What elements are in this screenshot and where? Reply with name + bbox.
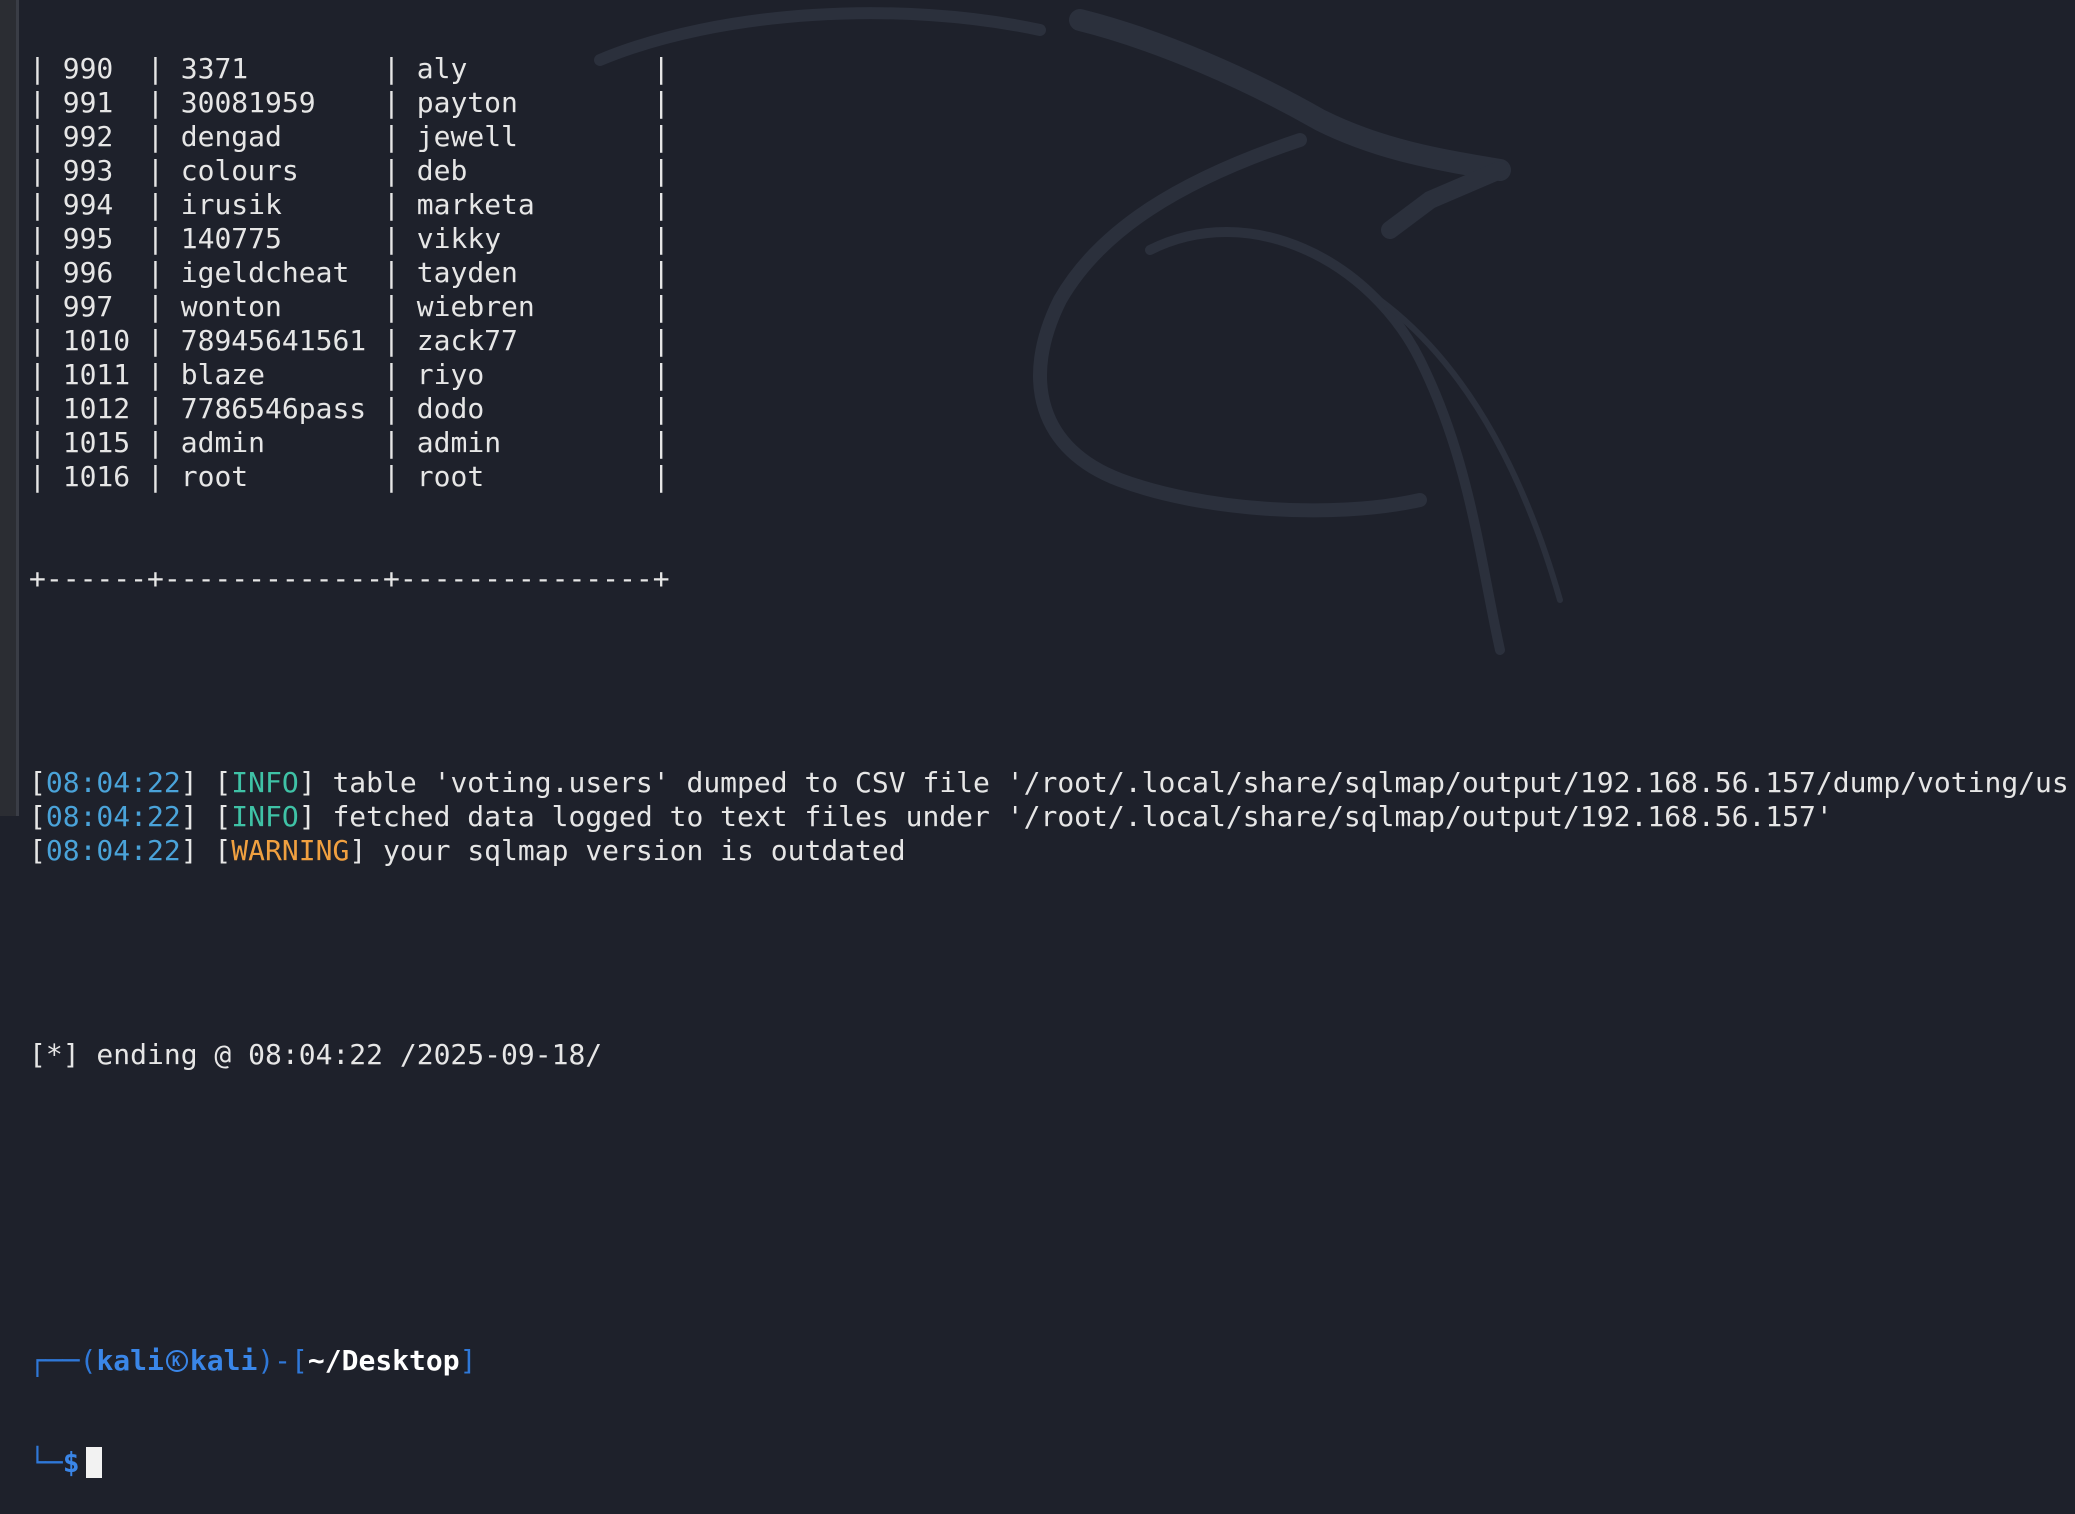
table-row: | 993 | colours | deb | xyxy=(29,154,670,187)
row-username: vikky xyxy=(416,222,502,255)
table-row: | 1012 | 7786546pass | dodo | xyxy=(29,392,670,425)
row-password: 78945641561 xyxy=(180,324,367,357)
row-password: dengad xyxy=(180,120,282,153)
row-password: irusik xyxy=(180,188,282,221)
table-row: | 990 | 3371 | aly | xyxy=(29,52,670,85)
row-id: 1015 xyxy=(62,426,131,459)
row-id: 997 xyxy=(62,290,114,323)
terminal-output[interactable]: | 990 | 3371 | aly | | 991 | 30081959 | p… xyxy=(29,0,2075,1514)
row-id: 996 xyxy=(62,256,114,289)
row-password: 7786546pass xyxy=(180,392,367,425)
results-table: | 990 | 3371 | aly | | 991 | 30081959 | p… xyxy=(29,52,2075,494)
row-username: zack77 xyxy=(416,324,518,357)
table-row: | 991 | 30081959 | payton | xyxy=(29,86,670,119)
row-id: 995 xyxy=(62,222,114,255)
row-password: wonton xyxy=(180,290,282,323)
prompt-corner-top: ┌──( xyxy=(29,1344,97,1377)
log-message: fetched data logged to text files under … xyxy=(315,800,1833,833)
log-message: your sqlmap version is outdated xyxy=(366,834,906,867)
table-row: | 1015 | admin | admin | xyxy=(29,426,670,459)
log-level: INFO xyxy=(231,800,299,833)
log-message: table 'voting.users' dumped to CSV file … xyxy=(315,766,2069,799)
window-left-border xyxy=(0,0,16,816)
row-password: igeldcheat xyxy=(180,256,350,289)
row-username: payton xyxy=(416,86,518,119)
row-username: jewell xyxy=(416,120,518,153)
log-lines: [08:04:22] [INFO] table 'voting.users' d… xyxy=(29,766,2075,868)
row-password: admin xyxy=(180,426,266,459)
log-line: [08:04:22] [INFO] table 'voting.users' d… xyxy=(29,766,2069,799)
row-id: 1010 xyxy=(62,324,131,357)
log-timestamp: 08:04:22 xyxy=(45,800,181,833)
table-row: | 997 | wonton | wiebren | xyxy=(29,290,670,323)
row-id: 990 xyxy=(62,52,114,85)
log-level: WARNING xyxy=(231,834,350,867)
row-username: tayden xyxy=(416,256,518,289)
row-username: admin xyxy=(416,426,502,459)
table-row: | 995 | 140775 | vikky | xyxy=(29,222,670,255)
row-id: 991 xyxy=(62,86,114,119)
row-username: aly xyxy=(416,52,468,85)
log-level: INFO xyxy=(231,766,299,799)
row-password: 3371 xyxy=(180,52,249,85)
row-id: 1016 xyxy=(62,460,131,493)
table-row: | 992 | dengad | jewell | xyxy=(29,120,670,153)
row-password: colours xyxy=(180,154,299,187)
row-password: root xyxy=(180,460,249,493)
prompt-close: ] xyxy=(459,1344,477,1377)
row-username: riyo xyxy=(416,358,485,391)
prompt-corner-bottom: └─ xyxy=(29,1446,63,1479)
table-row: | 1011 | blaze | riyo | xyxy=(29,358,670,391)
log-line: [08:04:22] [WARNING] your sqlmap version… xyxy=(29,834,906,867)
row-id: 1011 xyxy=(62,358,131,391)
log-timestamp: 08:04:22 xyxy=(45,766,181,799)
table-row: | 996 | igeldcheat | tayden | xyxy=(29,256,670,289)
prompt-host: kali xyxy=(189,1344,258,1377)
row-id: 1012 xyxy=(62,392,131,425)
row-username: root xyxy=(416,460,485,493)
prompt-symbol: $ xyxy=(62,1446,80,1479)
row-id: 994 xyxy=(62,188,114,221)
table-border: +------+-------------+---------------+ xyxy=(29,562,670,595)
table-row: | 994 | irusik | marketa | xyxy=(29,188,670,221)
row-password: 140775 xyxy=(180,222,282,255)
row-id: 993 xyxy=(62,154,114,187)
terminal-cursor[interactable] xyxy=(85,1447,102,1478)
log-timestamp: 08:04:22 xyxy=(45,834,181,867)
ending-line: [*] ending @ 08:04:22 /2025-09-18/ xyxy=(29,1038,603,1071)
row-username: dodo xyxy=(416,392,485,425)
kali-skull-icon xyxy=(165,1345,188,1379)
row-username: wiebren xyxy=(416,290,535,323)
log-line: [08:04:22] [INFO] fetched data logged to… xyxy=(29,800,1833,833)
row-username: marketa xyxy=(416,188,535,221)
table-row: | 1016 | root | root | xyxy=(29,460,670,493)
row-username: deb xyxy=(416,154,468,187)
table-row: | 1010 | 78945641561 | zack77 | xyxy=(29,324,670,357)
input-line[interactable]: └─$ xyxy=(29,1446,2075,1480)
prompt-user: kali xyxy=(96,1344,164,1377)
prompt-separator: )-[ xyxy=(257,1344,308,1377)
row-id: 992 xyxy=(62,120,114,153)
row-password: 30081959 xyxy=(180,86,316,119)
window-left-edge xyxy=(16,0,19,816)
row-password: blaze xyxy=(180,358,266,391)
prompt-line: ┌──(kalikali)-[~/Desktop] xyxy=(29,1344,2075,1379)
prompt-path: ~/Desktop xyxy=(307,1344,460,1377)
